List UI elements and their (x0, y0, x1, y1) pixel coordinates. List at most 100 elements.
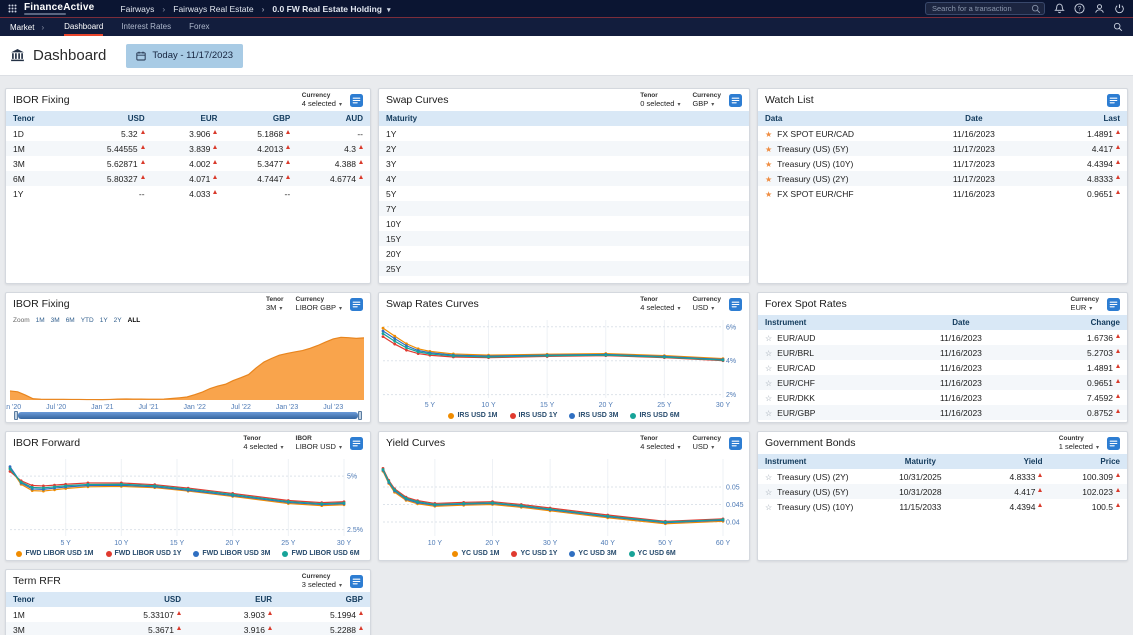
star-icon[interactable]: ☆ (765, 473, 772, 482)
table-cell: 1Y (6, 186, 79, 201)
chart-navigator[interactable] (6, 411, 370, 422)
panel-filter-currency[interactable]: Currency4 selected (302, 92, 342, 109)
filter-value[interactable]: EUR (1070, 304, 1099, 313)
panel-detail-icon[interactable] (350, 298, 363, 311)
panel-detail-icon[interactable] (729, 437, 742, 450)
zoom-3m[interactable]: 3M (51, 317, 60, 324)
legend-item[interactable]: YC USD 1Y (511, 550, 557, 557)
legend-item[interactable]: YC USD 3M (569, 550, 616, 557)
filter-value[interactable]: 3 selected (302, 581, 342, 590)
filter-value[interactable]: 4 selected (243, 443, 283, 452)
star-icon[interactable]: ★ (765, 190, 772, 199)
star-icon[interactable]: ☆ (765, 503, 772, 512)
navigator-handle-right[interactable] (358, 411, 362, 420)
star-icon[interactable]: ★ (765, 160, 772, 169)
legend-item[interactable]: IRS USD 6M (630, 412, 679, 419)
panel-filter-tenor[interactable]: Tenor0 selected (640, 92, 680, 109)
panel-swap-rates-curves: Swap Rates Curves Tenor4 selectedCurrenc… (378, 292, 750, 423)
app-grid-icon[interactable] (8, 4, 17, 13)
table-cell: 5.1868 (224, 126, 297, 141)
panel-detail-icon[interactable] (729, 298, 742, 311)
star-icon[interactable]: ☆ (765, 488, 772, 497)
panel-filter-ibor[interactable]: IBORLIBOR USD (296, 435, 342, 452)
panel-filter-currency[interactable]: CurrencyLIBOR GBP (296, 296, 342, 313)
user-icon[interactable] (1094, 3, 1105, 14)
panel-filter-country[interactable]: Country1 selected (1059, 435, 1099, 452)
zoom-6m[interactable]: 6M (66, 317, 75, 324)
breadcrumb-item-fairways-real-estate[interactable]: Fairways Real Estate (154, 4, 253, 14)
logout-power-icon[interactable] (1114, 3, 1125, 14)
market-link[interactable]: Market (10, 23, 44, 32)
legend-item[interactable]: YC USD 1M (452, 550, 499, 557)
breadcrumb-item-fw-real-estate-holding[interactable]: 0.0 FW Real Estate Holding (254, 4, 391, 14)
filter-value[interactable]: USD (692, 304, 721, 313)
star-icon[interactable]: ★ (765, 145, 772, 154)
tab-forex[interactable]: Forex (189, 18, 209, 36)
panel-detail-icon[interactable] (1107, 94, 1120, 107)
breadcrumb-item-fairways[interactable]: Fairways (120, 4, 154, 14)
zoom-2y[interactable]: 2Y (114, 317, 122, 324)
legend-item[interactable]: FWD LIBOR USD 1M (16, 550, 93, 557)
zoom-1y[interactable]: 1Y (100, 317, 108, 324)
legend-item[interactable]: FWD LIBOR USD 1Y (106, 550, 182, 557)
table-cell: ☆EUR/CHF (758, 375, 898, 390)
legend-item[interactable]: YC USD 6M (629, 550, 676, 557)
zoom-all[interactable]: ALL (128, 317, 141, 324)
filter-value[interactable]: LIBOR GBP (296, 304, 342, 313)
filter-value[interactable]: USD (692, 443, 721, 452)
panel-detail-icon[interactable] (1107, 437, 1120, 450)
zoom-ytd[interactable]: YTD (81, 317, 94, 324)
search-icon[interactable] (1031, 4, 1041, 14)
star-icon[interactable]: ☆ (765, 364, 772, 373)
filter-value[interactable]: GBP (692, 100, 721, 109)
filter-value[interactable]: 4 selected (640, 443, 680, 452)
date-picker-button[interactable]: Today - 11/17/2023 (126, 44, 243, 68)
panel-filter-currency[interactable]: Currency3 selected (302, 573, 342, 590)
tab-interest-rates[interactable]: Interest Rates (121, 18, 171, 36)
star-icon[interactable]: ★ (765, 130, 772, 139)
filter-value[interactable]: 4 selected (302, 100, 342, 109)
filter-value[interactable]: 4 selected (640, 304, 680, 313)
star-icon[interactable]: ☆ (765, 379, 772, 388)
star-icon[interactable]: ☆ (765, 409, 772, 418)
navigator-track[interactable] (18, 412, 358, 419)
legend-item[interactable]: FWD LIBOR USD 3M (193, 550, 270, 557)
legend-item[interactable]: IRS USD 3M (569, 412, 618, 419)
panel-detail-icon[interactable] (350, 94, 363, 107)
table-cell: 0.8752 (1024, 405, 1127, 420)
nav-search-icon[interactable] (1113, 22, 1123, 32)
transaction-search-input[interactable] (925, 2, 1045, 15)
tab-dashboard[interactable]: Dashboard (64, 18, 103, 36)
panel-filter-currency[interactable]: CurrencyUSD (692, 435, 721, 452)
filter-value[interactable]: 1 selected (1059, 443, 1099, 452)
panel-filter-tenor[interactable]: Tenor4 selected (640, 296, 680, 313)
panel-detail-icon[interactable] (1107, 298, 1120, 311)
filter-value[interactable]: 3M (266, 304, 284, 313)
star-icon[interactable]: ☆ (765, 394, 772, 403)
table-cell: ★Treasury (US) (2Y) (758, 171, 913, 186)
panel-filter-tenor[interactable]: Tenor3M (266, 296, 284, 313)
brand-logo[interactable]: FinanceActive (24, 3, 94, 15)
panel-filter-tenor[interactable]: Tenor4 selected (640, 435, 680, 452)
zoom-1m[interactable]: 1M (36, 317, 45, 324)
panel-detail-icon[interactable] (729, 94, 742, 107)
legend-item[interactable]: IRS USD 1Y (510, 412, 558, 419)
panel-detail-icon[interactable] (350, 437, 363, 450)
star-icon[interactable]: ★ (765, 175, 772, 184)
table-row: 1Y--4.033-- (6, 186, 370, 201)
panel-filter-currency[interactable]: CurrencyUSD (692, 296, 721, 313)
legend-item[interactable]: FWD LIBOR USD 6M (282, 550, 359, 557)
filter-value[interactable]: 0 selected (640, 100, 680, 109)
star-icon[interactable]: ☆ (765, 334, 772, 343)
notifications-bell-icon[interactable] (1054, 3, 1065, 14)
panel-filter-currency[interactable]: CurrencyGBP (692, 92, 721, 109)
legend-item[interactable]: IRS USD 1M (448, 412, 497, 419)
table-cell: 4.071 (152, 171, 225, 186)
panel-filter-currency[interactable]: CurrencyEUR (1070, 296, 1099, 313)
star-icon[interactable]: ☆ (765, 349, 772, 358)
filter-value[interactable]: LIBOR USD (296, 443, 342, 452)
panel-filter-tenor[interactable]: Tenor4 selected (243, 435, 283, 452)
table-row: ☆Treasury (US) (2Y)10/31/20254.8333100.3… (758, 469, 1127, 484)
help-icon[interactable]: ? (1074, 3, 1085, 14)
panel-detail-icon[interactable] (350, 575, 363, 588)
